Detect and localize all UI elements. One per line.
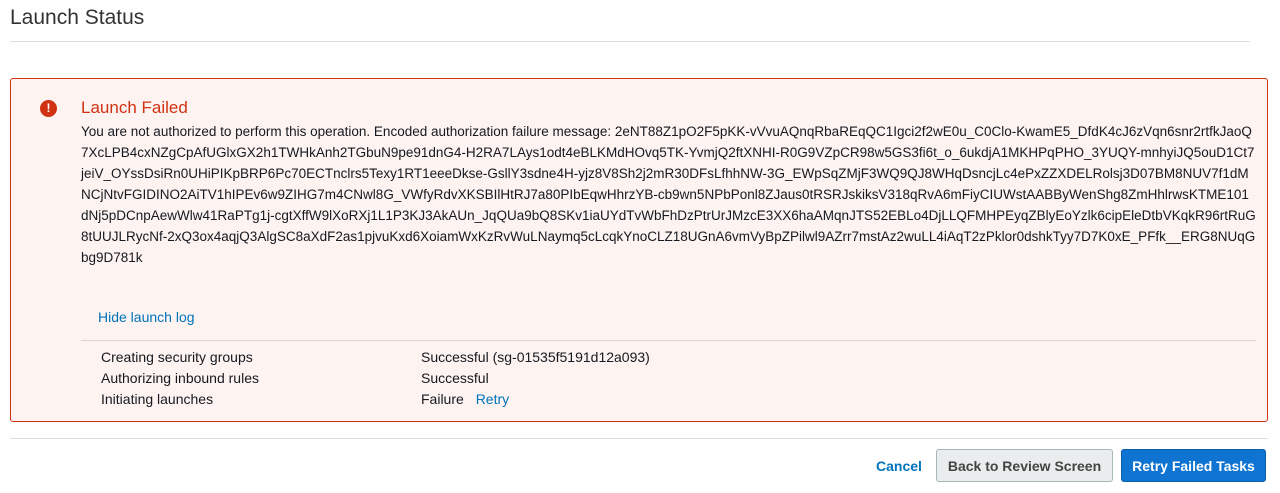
launch-failed-alert: ! Launch Failed You are not authorized t… [10,78,1268,422]
log-divider [81,340,1256,341]
error-icon: ! [40,100,57,117]
retry-failed-tasks-button[interactable]: Retry Failed Tasks [1121,449,1266,482]
hide-launch-log-link[interactable]: Hide launch log [98,309,195,325]
log-status: Successful (sg-01535f5191d12a093) [421,349,650,365]
alert-title: Launch Failed [81,98,188,117]
alert-message: You are not authorized to perform this o… [81,124,1256,265]
log-status: Failure [421,391,464,407]
title-divider [10,41,1250,42]
log-task: Authorizing inbound rules [101,370,259,386]
page-title: Launch Status [10,6,145,29]
launch-log: Creating security groups Successful (sg-… [101,347,801,410]
footer-divider [10,438,1268,439]
retry-link[interactable]: Retry [476,391,509,407]
log-task: Initiating launches [101,391,214,407]
log-status: Successful [421,370,489,386]
back-to-review-button[interactable]: Back to Review Screen [936,449,1113,482]
log-row: Authorizing inbound rules Successful [101,368,801,389]
log-row: Initiating launches Failure Retry [101,389,801,410]
log-row: Creating security groups Successful (sg-… [101,347,801,368]
cancel-link[interactable]: Cancel [876,458,922,474]
log-status-cell: Failure Retry [421,389,509,410]
log-task: Creating security groups [101,349,253,365]
